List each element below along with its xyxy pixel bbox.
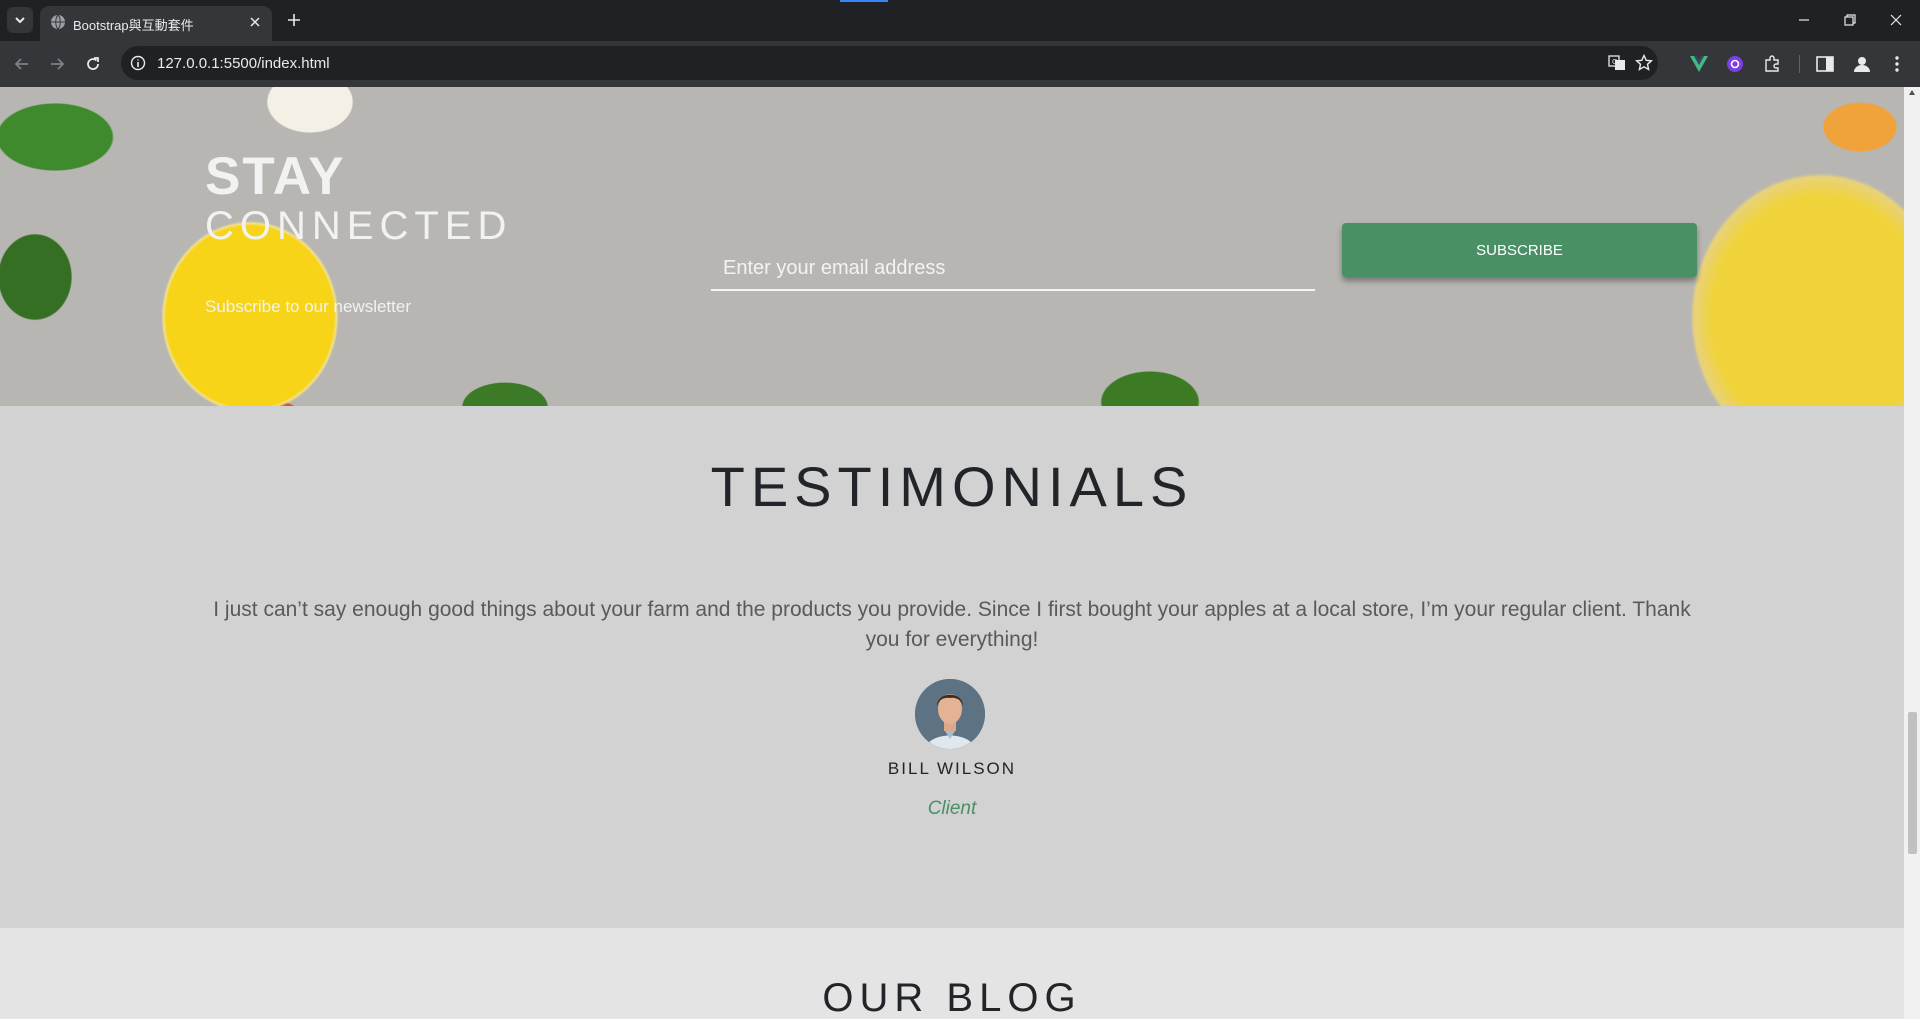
plus-icon — [288, 14, 300, 26]
reload-button[interactable] — [82, 53, 104, 75]
new-tab-button[interactable] — [283, 9, 305, 31]
scroll-up-arrow[interactable] — [1909, 90, 1915, 95]
purple-extension[interactable] — [1725, 54, 1745, 74]
tab-list-icon — [15, 17, 25, 24]
testimonials-heading: TESTIMONIALS — [710, 455, 1194, 518]
blog-section: OUR BLOG — [0, 928, 1904, 1019]
reload-icon — [87, 57, 99, 70]
client-photo — [915, 679, 985, 749]
subscribe-button[interactable]: SUBSCRIBE — [1342, 223, 1697, 277]
extension-purple-icon — [1727, 56, 1743, 72]
scrollbar-thumb[interactable] — [1908, 712, 1917, 854]
url-text: 127.0.0.1:5500/index.html — [157, 55, 330, 72]
minimize-button[interactable] — [1794, 10, 1814, 30]
restore-icon — [1844, 14, 1856, 26]
tab-strip: Bootstrap與互動套件 — [0, 0, 1920, 41]
translate-button[interactable]: G — [1608, 54, 1626, 72]
bookmark-star-button[interactable] — [1635, 54, 1653, 72]
testimonials-section: TESTIMONIALS I just can’t say enough goo… — [0, 406, 1904, 928]
address-bar[interactable]: 127.0.0.1:5500/index.html G — [121, 46, 1658, 80]
star-icon — [1635, 54, 1653, 71]
back-button[interactable] — [11, 53, 33, 75]
sidepanel-icon — [1816, 56, 1834, 72]
puzzle-icon — [1765, 55, 1779, 72]
toolbar-separator — [1799, 55, 1800, 73]
translate-icon: G — [1608, 55, 1625, 70]
globe-favicon-icon — [51, 14, 65, 30]
page-viewport: STAY CONNECTED Subscribe to our newslett… — [0, 87, 1904, 1019]
svg-text:G: G — [1612, 58, 1617, 66]
newsletter-section: STAY CONNECTED Subscribe to our newslett… — [0, 87, 1904, 406]
newsletter-title-line1: STAY — [205, 147, 346, 206]
window-close-icon — [1890, 14, 1902, 26]
browser-toolbar: 127.0.0.1:5500/index.html G — [0, 41, 1920, 87]
window-close-button[interactable] — [1886, 10, 1906, 30]
blog-heading: OUR BLOG — [822, 976, 1082, 1019]
forward-icon — [51, 58, 65, 70]
testimonial-author-name: BILL WILSON — [887, 759, 1017, 778]
browser-menu-button[interactable] — [1887, 54, 1907, 74]
forward-button[interactable] — [46, 53, 68, 75]
tab-list-button[interactable] — [7, 7, 33, 33]
info-icon — [130, 55, 146, 71]
profile-icon — [1854, 57, 1870, 72]
page-scrollbar[interactable] — [1904, 87, 1920, 1019]
side-panel-button[interactable] — [1815, 54, 1835, 74]
vue-extension-icon — [1690, 56, 1708, 72]
close-icon — [250, 17, 260, 27]
vue-devtools-extension[interactable] — [1689, 54, 1709, 74]
active-tab[interactable]: Bootstrap與互動套件 — [40, 6, 272, 41]
testimonial-quote: I just can’t say enough good things abou… — [213, 598, 1691, 651]
restore-button[interactable] — [1840, 10, 1860, 30]
menu-icon — [1895, 56, 1899, 72]
extensions-button[interactable] — [1762, 54, 1782, 74]
newsletter-title-line2: CONNECTED — [205, 204, 513, 248]
profile-button[interactable] — [1852, 54, 1872, 74]
minimize-icon — [1799, 19, 1809, 21]
tab-title: Bootstrap與互動套件 — [73, 18, 194, 33]
back-icon — [14, 58, 28, 70]
testimonial-author-role: Client — [927, 798, 977, 819]
tab-close-button[interactable] — [246, 13, 264, 31]
email-field[interactable] — [711, 247, 1315, 291]
newsletter-subtitle: Subscribe to our newsletter — [205, 297, 411, 316]
tab-progress-indicator — [840, 0, 888, 2]
avatar — [915, 679, 985, 749]
